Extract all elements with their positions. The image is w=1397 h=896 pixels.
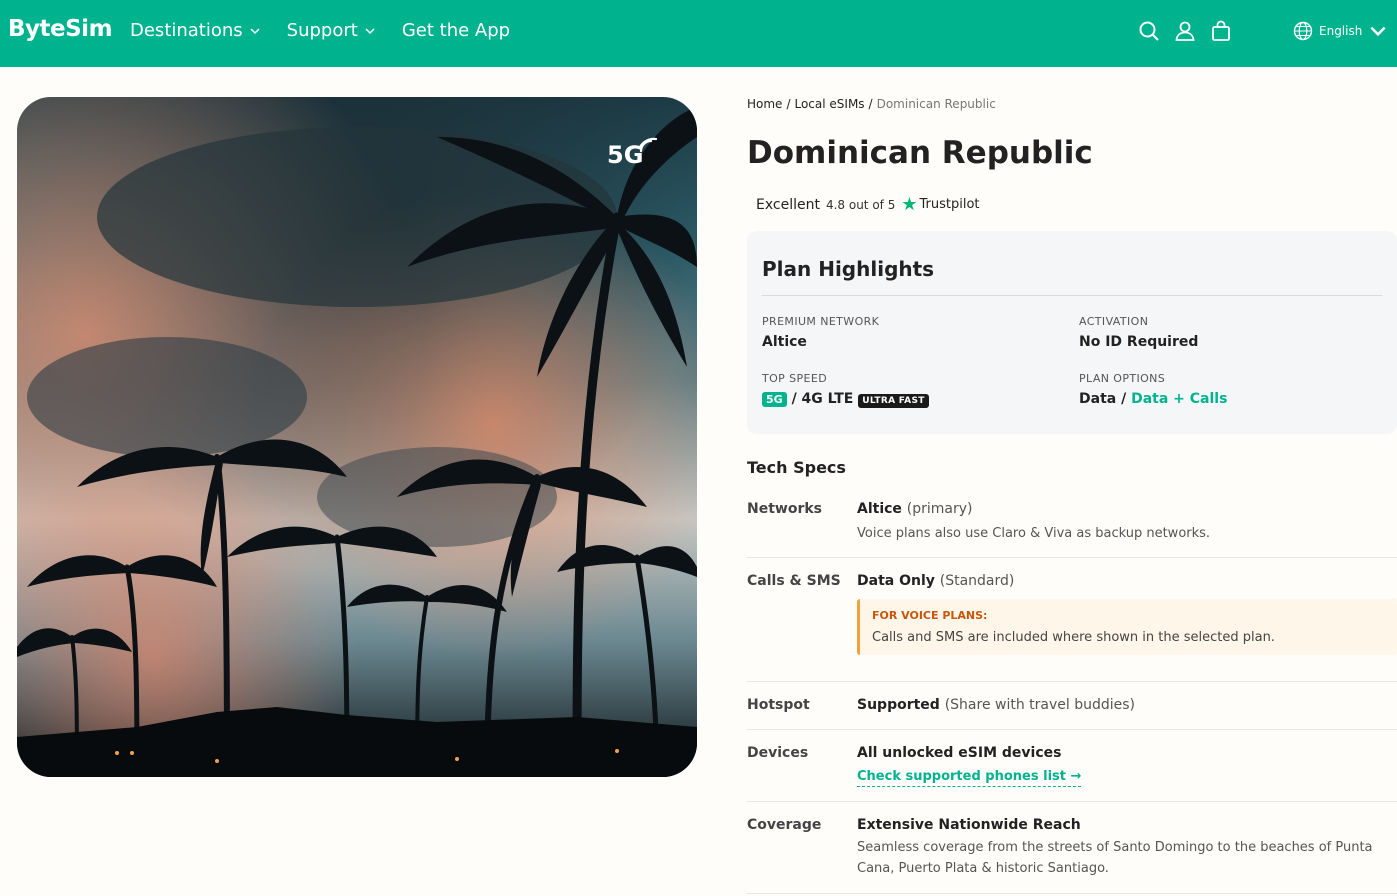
bytesim-logo[interactable]: ByteSim: [8, 16, 113, 42]
5g-badge: 5G: [607, 137, 661, 169]
networks-primary-note: (primary): [906, 501, 973, 517]
voice-plans-note: FOR VOICE PLANS: Calls and SMS are inclu…: [857, 599, 1397, 655]
page-title: Dominican Republic: [747, 135, 1093, 171]
spec-label: Coverage: [747, 817, 822, 833]
spec-value: Extensive Nationwide Reach Seamless cove…: [857, 817, 1397, 879]
nav-support-label: Support: [286, 20, 358, 41]
plan-highlights-title: Plan Highlights: [762, 257, 935, 281]
spec-row-coverage: Coverage Extensive Nationwide Reach Seam…: [747, 817, 1397, 894]
rating-score: 4.8 out of 5: [825, 197, 896, 212]
highlight-speed-label: TOP SPEED: [762, 372, 828, 385]
signal-waves-icon: [639, 137, 658, 153]
shopping-bag-icon[interactable]: [1210, 20, 1232, 42]
spec-main: Altice (primary): [857, 501, 1397, 517]
highlight-network-value: Altice: [762, 334, 807, 350]
note-title: FOR VOICE PLANS:: [872, 609, 988, 622]
hotspot-main: Supported: [857, 697, 940, 713]
highlight-network: PREMIUM NETWORK Altice: [762, 315, 879, 350]
language-selector[interactable]: English: [1293, 21, 1388, 41]
spec-value: All unlocked eSIM devices Check supporte…: [857, 745, 1397, 787]
highlight-options-value: Data / Data + Calls: [1079, 391, 1227, 407]
star-icon: ★: [901, 194, 918, 215]
spec-main: All unlocked eSIM devices: [857, 745, 1062, 761]
destination-hero-image: 5G: [17, 97, 697, 777]
spec-label: Networks: [747, 501, 823, 517]
main-nav: Destinations Support Get the App: [130, 20, 510, 41]
chevron-down-icon: [250, 27, 260, 34]
header-actions: [1138, 20, 1232, 42]
calls-main: Data Only: [857, 573, 935, 589]
speed-4g-lte: / 4G LTE: [791, 391, 854, 407]
breadcrumb-separator: /: [868, 97, 873, 111]
spec-sub: Voice plans also use Claro & Viva as bac…: [857, 526, 1211, 541]
5g-pill: 5G: [762, 392, 787, 407]
chevron-down-icon: [1370, 26, 1386, 37]
spec-row-devices: Devices All unlocked eSIM devices Check …: [747, 745, 1397, 802]
globe-icon: [1293, 21, 1313, 41]
spec-sub: Seamless coverage from the streets of Sa…: [857, 840, 1373, 876]
trustpilot-brand: ★ Trustpilot: [901, 194, 979, 215]
spec-main: Extensive Nationwide Reach: [857, 817, 1081, 833]
options-data: Data /: [1079, 391, 1127, 407]
note-body: Calls and SMS are included where shown i…: [872, 630, 1275, 645]
spec-row-hotspot: Hotspot Supported (Share with travel bud…: [747, 697, 1397, 730]
chevron-down-icon: [365, 27, 375, 34]
breadcrumb-home[interactable]: Home: [747, 97, 782, 111]
spec-value: Data Only (Standard) FOR VOICE PLANS: Ca…: [857, 573, 1397, 655]
nav-support[interactable]: Support: [287, 20, 376, 41]
highlight-activation-value: No ID Required: [1079, 334, 1199, 350]
highlight-options-label: PLAN OPTIONS: [1079, 372, 1166, 385]
hotspot-main-note: (Share with travel buddies): [944, 697, 1136, 713]
trustpilot-label: Trustpilot: [919, 197, 980, 212]
spec-label: Devices: [747, 745, 809, 761]
divider: [762, 295, 1382, 296]
nav-destinations-label: Destinations: [130, 20, 243, 41]
spec-main: Data Only (Standard): [857, 573, 1397, 589]
plan-highlights-card: Plan Highlights PREMIUM NETWORK Altice A…: [747, 231, 1397, 434]
highlight-speed: TOP SPEED 5G / 4G LTE ULTRA FAST: [762, 372, 929, 408]
palm-trees-sunset-illustration: [17, 97, 697, 777]
spec-label: Hotspot: [747, 697, 810, 713]
breadcrumb: Home / Local eSIMs / Dominican Republic: [747, 97, 1397, 111]
highlight-speed-value: 5G / 4G LTE ULTRA FAST: [762, 391, 929, 408]
spec-main: Supported (Share with travel buddies): [857, 697, 1397, 713]
highlight-activation-label: ACTIVATION: [1079, 315, 1149, 328]
options-data-calls: Data + Calls: [1131, 391, 1228, 407]
breadcrumb-local-esims[interactable]: Local eSIMs: [794, 97, 864, 111]
spec-label: Calls & SMS: [747, 573, 841, 589]
nav-get-the-app[interactable]: Get the App: [402, 20, 510, 41]
ultra-fast-badge: ULTRA FAST: [858, 394, 929, 408]
search-icon[interactable]: [1138, 20, 1160, 42]
highlight-network-label: PREMIUM NETWORK: [762, 315, 880, 328]
product-details: Home / Local eSIMs / Dominican Republic …: [747, 97, 1397, 894]
spec-value: Supported (Share with travel buddies): [857, 697, 1397, 713]
user-icon[interactable]: [1174, 20, 1196, 42]
check-supported-phones-link[interactable]: Check supported phones list →: [857, 769, 1082, 787]
highlight-activation: ACTIVATION No ID Required: [1079, 315, 1198, 350]
breadcrumb-separator: /: [786, 97, 791, 111]
highlight-plan-options: PLAN OPTIONS Data / Data + Calls: [1079, 372, 1227, 407]
rating-label: Excellent: [756, 196, 820, 213]
nav-get-the-app-label: Get the App: [401, 20, 511, 41]
tech-specs-title: Tech Specs: [747, 458, 846, 477]
networks-primary: Altice: [857, 501, 902, 517]
language-label: English: [1319, 24, 1363, 38]
top-navigation-bar: ByteSim Destinations Support Get the App…: [0, 0, 1397, 67]
trustpilot-rating[interactable]: Excellent 4.8 out of 5 ★ Trustpilot: [756, 194, 980, 215]
spec-row-networks: Networks Altice (primary) Voice plans al…: [747, 501, 1397, 558]
calls-main-note: (Standard): [939, 573, 1015, 589]
spec-row-calls-sms: Calls & SMS Data Only (Standard) FOR VOI…: [747, 573, 1397, 682]
breadcrumb-current: Dominican Republic: [876, 97, 996, 111]
spec-value: Altice (primary) Voice plans also use Cl…: [857, 501, 1397, 544]
nav-destinations[interactable]: Destinations: [130, 20, 261, 41]
